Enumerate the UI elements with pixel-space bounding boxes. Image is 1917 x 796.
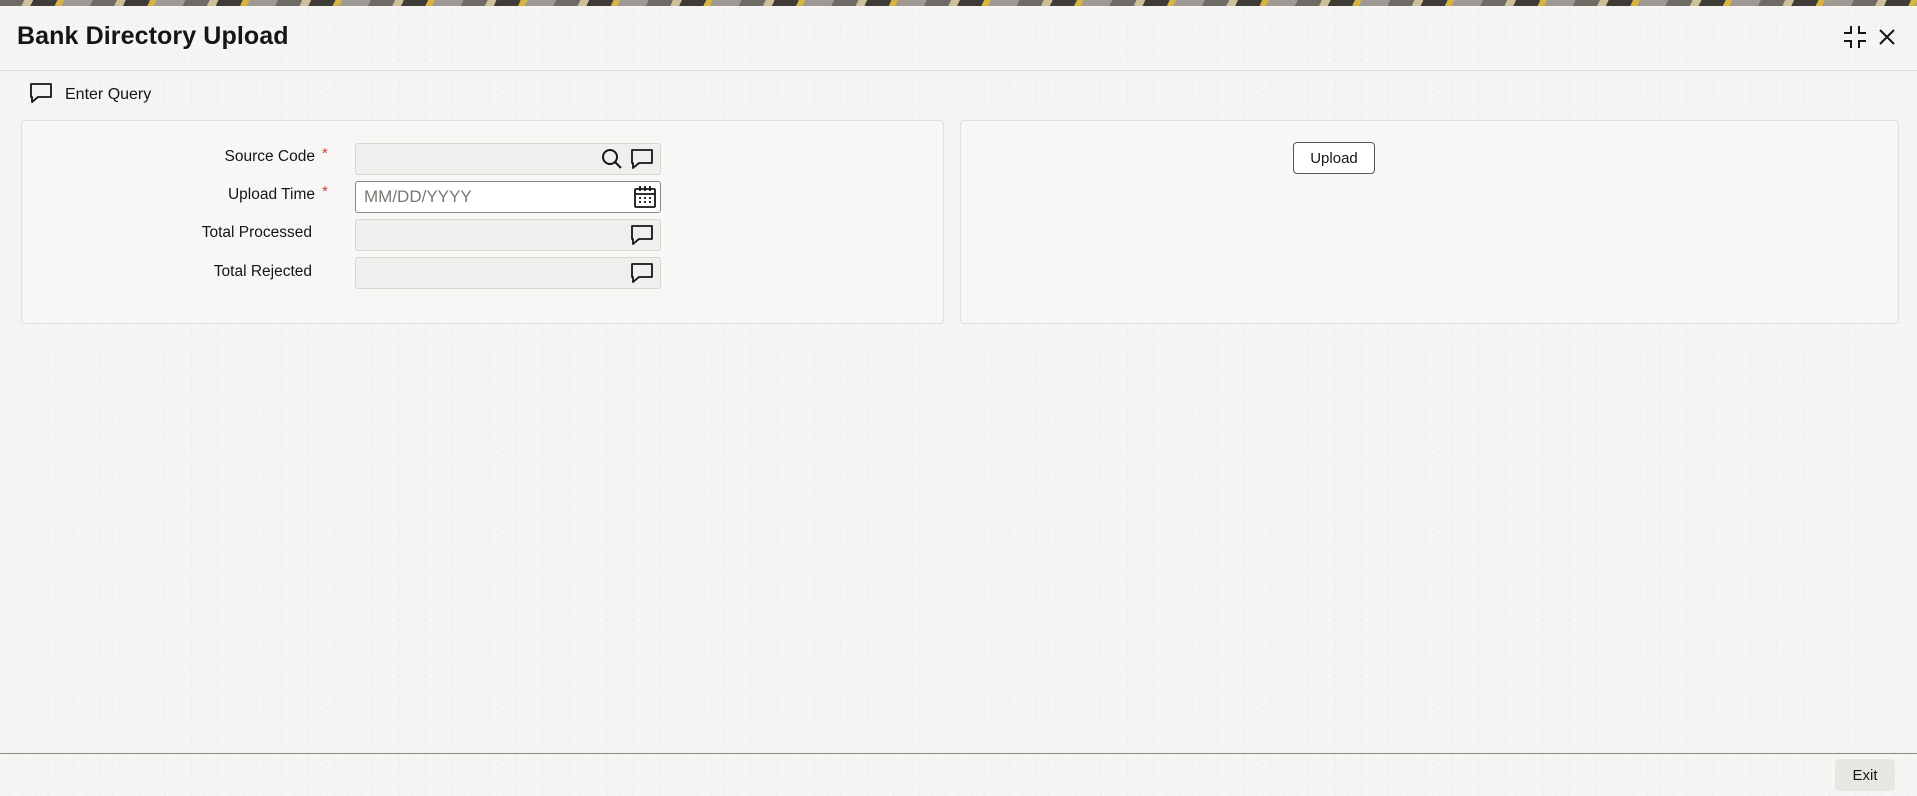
- enter-query-button[interactable]: Enter Query: [29, 82, 151, 108]
- speech-bubble-icon[interactable]: [630, 147, 654, 171]
- source-code-field[interactable]: [355, 143, 661, 175]
- query-fields-panel: Source Code * Upload Time * Total: [21, 120, 944, 324]
- exit-button[interactable]: Exit: [1835, 759, 1895, 791]
- required-marker: *: [322, 183, 328, 200]
- maximize-icon[interactable]: [1842, 24, 1868, 50]
- source-code-label: Source Code: [224, 148, 315, 165]
- footer-divider: [0, 753, 1917, 754]
- actions-panel: Upload: [960, 120, 1899, 324]
- search-icon[interactable]: [600, 147, 624, 171]
- total-processed-label: Total Processed: [201, 224, 312, 241]
- total-processed-input[interactable]: [356, 220, 626, 250]
- source-code-input[interactable]: [356, 144, 626, 174]
- page-title: Bank Directory Upload: [17, 22, 289, 50]
- total-rejected-input[interactable]: [356, 258, 626, 288]
- total-rejected-label: Total Rejected: [213, 263, 312, 280]
- upload-time-label: Upload Time: [227, 186, 315, 203]
- total-rejected-field[interactable]: [355, 257, 661, 289]
- total-processed-field[interactable]: [355, 219, 661, 251]
- speech-bubble-icon[interactable]: [630, 261, 654, 285]
- enter-query-label: Enter Query: [65, 86, 152, 103]
- speech-bubble-icon[interactable]: [630, 223, 654, 247]
- required-marker: *: [322, 145, 328, 162]
- calendar-icon[interactable]: [633, 185, 657, 209]
- upload-time-input[interactable]: [356, 182, 626, 212]
- title-divider: [0, 70, 1917, 71]
- header-banner: [0, 0, 1917, 6]
- upload-button[interactable]: Upload: [1293, 142, 1375, 174]
- speech-bubble-icon: [29, 82, 53, 109]
- close-icon[interactable]: [1874, 24, 1900, 50]
- upload-time-field[interactable]: [355, 181, 661, 213]
